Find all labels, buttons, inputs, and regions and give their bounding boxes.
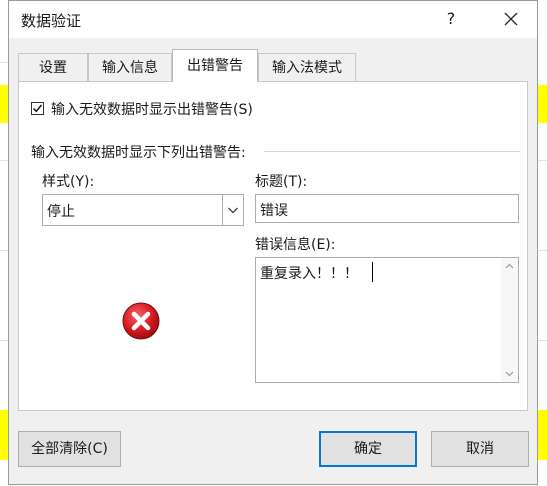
error-message-value: 重复录入！！！ (260, 266, 358, 282)
style-select[interactable]: 停止 (42, 194, 244, 226)
highlighted-cell (537, 85, 547, 123)
gridline (537, 160, 547, 161)
tab-ime-mode[interactable]: 输入法模式 (258, 53, 356, 81)
show-alert-checkbox[interactable] (31, 102, 44, 115)
style-label: 样式(Y): (42, 174, 95, 190)
alert-title-value: 错误 (260, 203, 288, 219)
title-label: 标题(T): (255, 174, 308, 190)
chevron-down-icon (228, 207, 238, 214)
style-select-value: 停止 (47, 204, 75, 220)
scroll-up-button[interactable] (501, 258, 518, 275)
tab-settings[interactable]: 设置 (18, 53, 88, 81)
clear-all-button[interactable]: 全部清除(C) (18, 431, 121, 467)
gridline (537, 340, 547, 341)
scroll-down-button[interactable] (501, 365, 518, 382)
alert-group-label: 输入无效数据时显示下列出错警告: (31, 145, 246, 161)
message-label: 错误信息(E): (255, 237, 336, 253)
error-message-textarea[interactable]: 重复录入！！！ (255, 257, 519, 383)
scroll-up-icon (505, 263, 514, 269)
cancel-button[interactable]: 取消 (431, 431, 529, 467)
ok-button[interactable]: 确定 (319, 431, 417, 467)
close-icon (504, 12, 518, 26)
data-validation-dialog: 数据验证 ? 设置 输入信息 出错警告 输入法模式 输入无效数据时显示出错警告(… (8, 0, 538, 485)
alert-title-input[interactable]: 错误 (255, 194, 519, 223)
tab-error-alert[interactable]: 出错警告 (172, 49, 258, 82)
group-divider (264, 151, 520, 152)
tab-strip: 设置 输入信息 出错警告 输入法模式 (9, 49, 537, 82)
title-bar: 数据验证 ? (9, 1, 537, 38)
dialog-title: 数据验证 (21, 12, 82, 30)
help-button[interactable]: ? (439, 7, 463, 31)
message-scrollbar[interactable] (501, 258, 518, 382)
scroll-down-icon (505, 371, 514, 377)
gridline (537, 250, 547, 251)
tab-input-message[interactable]: 输入信息 (88, 53, 172, 81)
show-alert-label[interactable]: 输入无效数据时显示出错警告(S) (51, 99, 253, 119)
highlighted-cell (537, 410, 547, 460)
text-caret (372, 262, 373, 282)
error-stop-icon (122, 302, 160, 340)
dropdown-button[interactable] (222, 195, 243, 225)
checkmark-icon (32, 104, 43, 113)
close-button[interactable] (499, 7, 523, 31)
